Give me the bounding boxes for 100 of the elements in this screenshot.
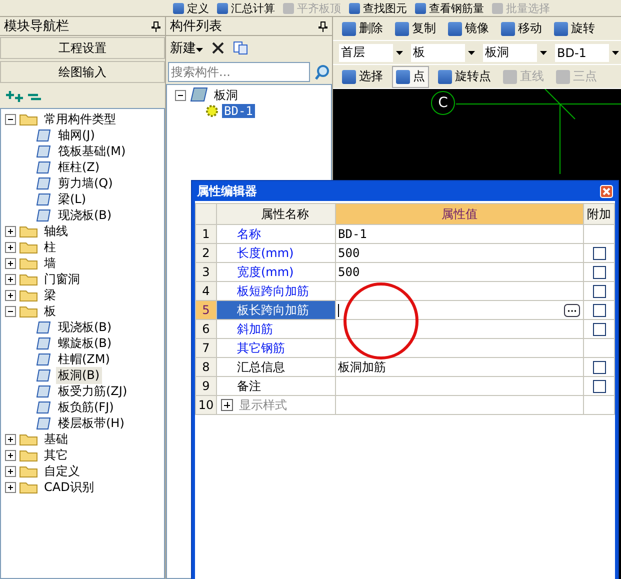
toolbar-icon bbox=[448, 22, 462, 36]
expander-icon[interactable] bbox=[5, 434, 16, 444]
expand-icon[interactable] bbox=[221, 399, 233, 412]
property-name[interactable]: 名称 bbox=[216, 224, 336, 244]
dropdown[interactable]: BD-1 bbox=[555, 44, 621, 62]
property-value[interactable] bbox=[336, 320, 584, 338]
tree-item[interactable]: 板负筋(FJ) bbox=[56, 398, 116, 416]
expander-icon[interactable] bbox=[5, 114, 16, 124]
caret-icon bbox=[540, 50, 546, 54]
property-value[interactable]: 板洞加筋 bbox=[336, 358, 584, 376]
row-number: 5 bbox=[196, 300, 216, 320]
copy-icon[interactable] bbox=[233, 41, 249, 55]
toolbar-button[interactable]: 删除 bbox=[339, 18, 386, 38]
checkbox[interactable] bbox=[592, 247, 606, 260]
tree-item[interactable]: 门窗洞 bbox=[42, 270, 82, 288]
expander-icon[interactable] bbox=[5, 306, 16, 316]
dropdown[interactable]: 板洞 bbox=[483, 44, 549, 62]
toolbar-button[interactable]: 镜像 bbox=[445, 18, 492, 38]
property-name[interactable]: 其它钢筋 bbox=[216, 338, 336, 358]
checkbox[interactable] bbox=[592, 361, 606, 374]
expander-icon[interactable] bbox=[5, 226, 16, 236]
property-name[interactable]: 汇总信息 bbox=[216, 358, 336, 376]
delete-icon[interactable] bbox=[211, 41, 225, 55]
checkbox[interactable] bbox=[592, 380, 606, 394]
close-icon[interactable] bbox=[600, 184, 613, 198]
tree-item[interactable]: 剪力墙(Q) bbox=[56, 174, 115, 192]
tree-item[interactable]: 柱 bbox=[42, 238, 58, 256]
expander-icon[interactable] bbox=[5, 466, 16, 476]
more-button[interactable] bbox=[564, 304, 580, 317]
property-value[interactable] bbox=[336, 282, 584, 300]
pin-icon[interactable] bbox=[318, 20, 328, 32]
property-name[interactable]: 备注 bbox=[216, 376, 336, 396]
expander-icon[interactable] bbox=[5, 258, 16, 268]
toolbar-button[interactable]: 复制 bbox=[392, 18, 439, 38]
gear-icon bbox=[205, 104, 219, 118]
property-value[interactable]: 500 bbox=[336, 244, 584, 262]
tree-item[interactable]: BD-1 bbox=[222, 104, 255, 118]
expander-icon[interactable] bbox=[5, 450, 16, 460]
tree-item[interactable]: 梁(L) bbox=[56, 190, 88, 208]
tree-item[interactable]: 自定义 bbox=[42, 462, 82, 480]
property-name[interactable]: 斜加筋 bbox=[216, 320, 336, 338]
tree-item[interactable]: 楼层板带(H) bbox=[56, 414, 126, 432]
search-icon[interactable] bbox=[314, 64, 330, 80]
property-value[interactable]: 500 bbox=[336, 262, 584, 282]
toolbar-icon bbox=[556, 70, 570, 84]
toolbar-icon bbox=[501, 22, 515, 36]
tree-item[interactable]: 框柱(Z) bbox=[56, 158, 102, 176]
checkbox[interactable] bbox=[592, 266, 606, 280]
toolbar-button[interactable]: 点 bbox=[392, 66, 429, 88]
property-value[interactable] bbox=[336, 300, 584, 320]
caret-icon bbox=[468, 50, 474, 54]
dropdown[interactable]: 首层 bbox=[339, 44, 405, 62]
toolbar-button[interactable]: 旋转点 bbox=[435, 66, 494, 86]
tree-item[interactable]: 筏板基础(M) bbox=[56, 142, 128, 160]
tree-item[interactable]: 基础 bbox=[42, 430, 70, 448]
toolbar-button[interactable]: 旋转 bbox=[551, 18, 598, 38]
nav-button[interactable]: 工程设置 bbox=[0, 37, 165, 59]
dropdown[interactable]: 板 bbox=[411, 44, 477, 62]
property-value[interactable] bbox=[336, 338, 584, 358]
tree-item[interactable]: 现浇板(B) bbox=[56, 318, 114, 336]
tree-item[interactable]: 梁 bbox=[42, 286, 58, 304]
expander-icon[interactable] bbox=[5, 290, 16, 300]
expander-icon[interactable] bbox=[5, 242, 16, 252]
tree-item[interactable]: 板洞(B) bbox=[56, 366, 102, 384]
checkbox[interactable] bbox=[592, 323, 606, 336]
property-name[interactable]: 宽度(mm) bbox=[216, 262, 336, 282]
tree-item[interactable]: 其它 bbox=[42, 446, 70, 464]
tree-item[interactable]: 轴网(J) bbox=[56, 126, 97, 144]
search-field[interactable]: 搜索构件... bbox=[168, 62, 310, 82]
new-button[interactable]: 新建 bbox=[170, 39, 203, 57]
toolbar-icon bbox=[283, 2, 294, 14]
tree-item[interactable]: 现浇板(B) bbox=[56, 206, 114, 224]
tree-item[interactable]: 柱帽(ZM) bbox=[56, 350, 112, 368]
pin-icon[interactable] bbox=[151, 20, 161, 32]
toolbar-icon bbox=[342, 70, 356, 84]
property-name[interactable]: 板长跨向加筋 bbox=[216, 300, 336, 320]
property-value[interactable]: BD-1 bbox=[336, 224, 584, 244]
tree-item[interactable]: 常用构件类型 bbox=[42, 110, 118, 128]
checkbox[interactable] bbox=[592, 304, 606, 318]
tree-item[interactable]: 板受力筋(ZJ) bbox=[56, 382, 130, 400]
tree-item[interactable]: CAD识别 bbox=[42, 478, 96, 496]
toolbar-button[interactable]: 定义 bbox=[170, 0, 212, 16]
nav-button[interactable]: 绘图输入 bbox=[0, 61, 165, 83]
tree-item[interactable]: 墙 bbox=[42, 254, 58, 272]
property-name[interactable]: 长度(mm) bbox=[216, 244, 336, 262]
tree-item[interactable]: 板洞 bbox=[212, 86, 240, 104]
toolbar-button[interactable]: 选择 bbox=[339, 66, 386, 86]
expander-icon[interactable] bbox=[5, 274, 16, 284]
toolbar-button[interactable]: 查看钢筋量 bbox=[412, 0, 487, 16]
toolbar-button[interactable]: 移动 bbox=[498, 18, 545, 38]
property-name[interactable]: 显示样式 bbox=[216, 396, 336, 414]
expander-icon[interactable] bbox=[5, 482, 16, 492]
expander-icon[interactable] bbox=[175, 90, 186, 100]
row-number: 9 bbox=[196, 376, 216, 396]
tree-item[interactable]: 板 bbox=[42, 302, 58, 320]
checkbox[interactable] bbox=[592, 285, 606, 298]
toolbar-button[interactable]: 汇总计算 bbox=[214, 0, 278, 16]
toolbar-button[interactable]: 查找图元 bbox=[346, 0, 410, 16]
tree-item[interactable]: 螺旋板(B) bbox=[56, 334, 114, 352]
tree-item[interactable]: 轴线 bbox=[42, 222, 70, 240]
